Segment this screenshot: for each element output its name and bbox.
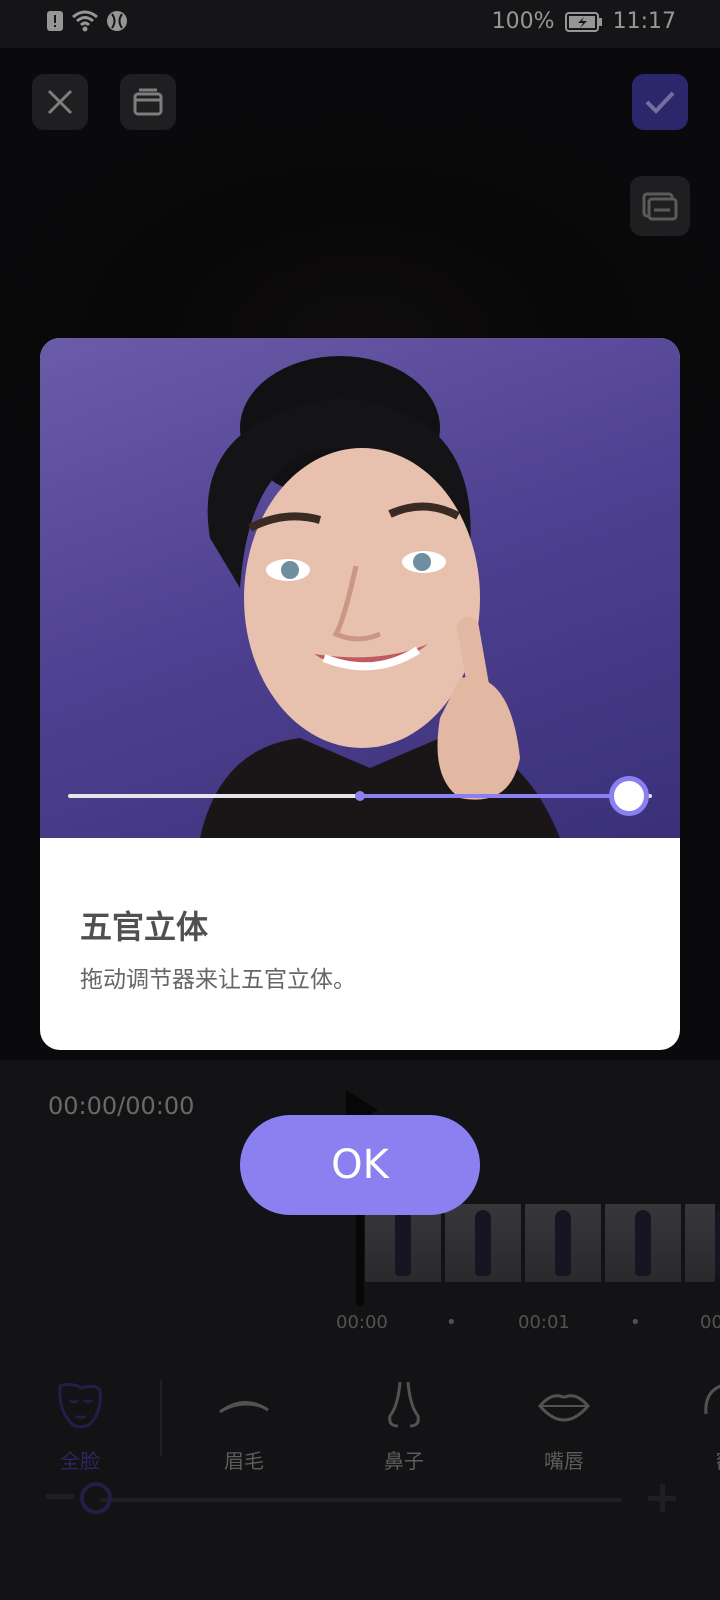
demo-slider-thumb bbox=[608, 776, 649, 816]
tutorial-photo bbox=[40, 338, 680, 838]
demo-slider-fill bbox=[360, 794, 629, 798]
demo-slider-center-dot bbox=[355, 791, 365, 801]
tutorial-dialog: 五官立体 拖动调节器来让五官立体。 bbox=[40, 338, 680, 1050]
dialog-description: 拖动调节器来让五官立体。 bbox=[80, 967, 356, 993]
ok-button[interactable]: OK bbox=[240, 1115, 480, 1215]
model-portrait bbox=[200, 356, 560, 838]
dialog-title: 五官立体 bbox=[80, 908, 209, 946]
demo-slider bbox=[68, 774, 652, 818]
screen: 100% 11:17 00:00/00:00 00:00 • 00:01 • 0… bbox=[0, 0, 720, 1600]
